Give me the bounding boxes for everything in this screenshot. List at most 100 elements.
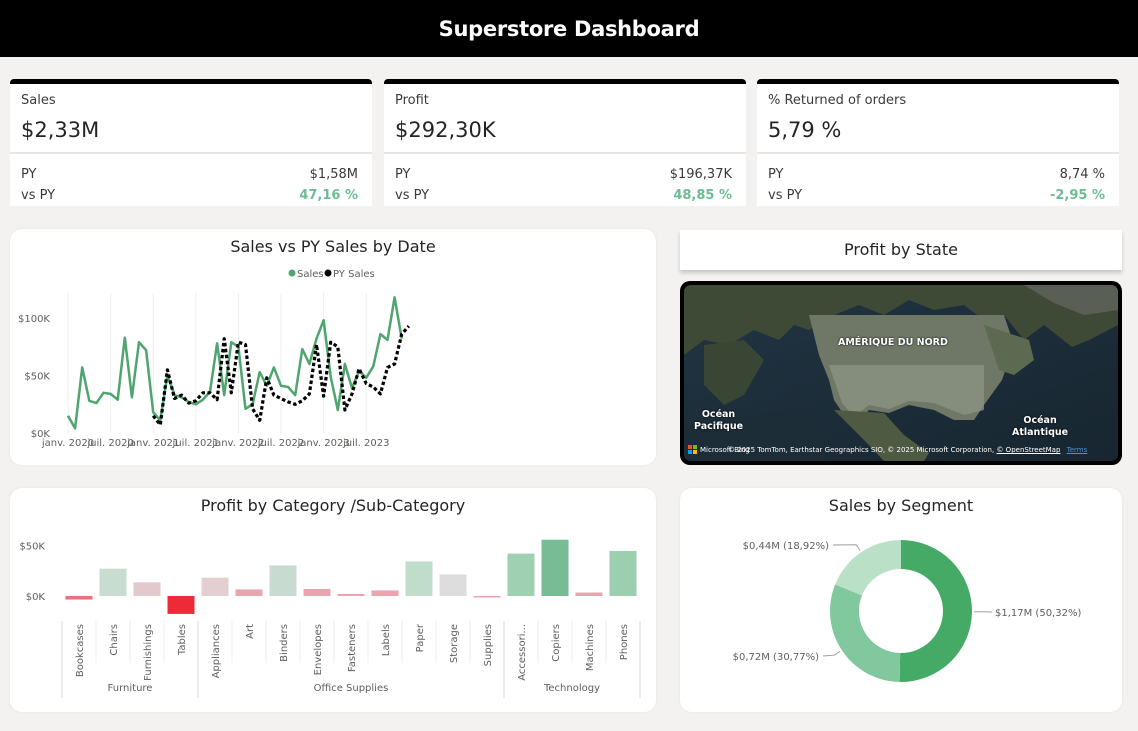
bar[interactable] xyxy=(473,596,501,598)
kpi-divider xyxy=(757,152,1119,154)
bar[interactable] xyxy=(507,553,535,596)
terms-link[interactable]: Terms xyxy=(1067,446,1088,454)
map-attribution-text: © 2025 TomTom, Earthstar Geographics SIO… xyxy=(728,446,995,454)
map-frame[interactable]: AMÉRIQUE DU NORD Océan Pacifique Océan A… xyxy=(680,281,1122,465)
kpi-py-label: PY xyxy=(21,167,37,182)
kpi-label: Profit xyxy=(395,93,429,108)
bar[interactable] xyxy=(65,596,93,600)
line-chart[interactable]: Sales PY Sales$0K$50K$100Kjanv. 2020juil.… xyxy=(10,229,656,465)
kpi-vs-value: 48,85 % xyxy=(673,188,732,203)
dashboard-header: Superstore Dashboard xyxy=(0,0,1138,57)
bar[interactable] xyxy=(167,596,195,614)
map-label-pacific: Océan Pacifique xyxy=(694,409,744,432)
x-tick-label: janv. 2022 xyxy=(211,438,264,449)
x-tick-label: janv. 2020 xyxy=(41,438,94,449)
bar[interactable] xyxy=(303,589,331,596)
x-tick-label: Fasteners xyxy=(347,624,358,672)
x-tick-label: Tables xyxy=(177,624,188,656)
donut-slice[interactable] xyxy=(830,584,901,682)
x-tick-label: juil. 2023 xyxy=(342,438,389,449)
osm-link[interactable]: © OpenStreetMap xyxy=(996,446,1060,454)
x-tick-label: Art xyxy=(245,624,256,639)
donut-chart[interactable]: $1,17M (50,32%) $0,72M (30,77%) $0,44M (18… xyxy=(680,488,1122,712)
bar[interactable] xyxy=(201,577,229,596)
bar[interactable] xyxy=(99,568,127,596)
x-tick-label: Machines xyxy=(585,624,596,671)
x-tick-label: janv. 2021 xyxy=(126,438,179,449)
kpi-py-value: 8,74 % xyxy=(1059,167,1105,182)
bar[interactable] xyxy=(133,582,161,596)
kpi-py-value: $196,37K xyxy=(669,167,732,182)
x-tick-label: Storage xyxy=(449,624,460,663)
kpi-vs-label: vs PY xyxy=(21,188,56,203)
y-tick-label: $100K xyxy=(18,314,50,325)
kpi-vs-value: -2,95 % xyxy=(1049,188,1105,203)
map-label-continent: AMÉRIQUE DU NORD xyxy=(838,337,948,348)
group-label: Furniture xyxy=(108,683,153,694)
donut-chart-card[interactable]: Sales by Segment $1,17M (50,32%) $0,72M (… xyxy=(680,488,1122,712)
bar-chart-card[interactable]: Profit by Category /Sub-Category $50K $0K… xyxy=(10,488,656,712)
x-tick-label: Copiers xyxy=(551,624,562,662)
legend-label: Sales xyxy=(297,269,324,280)
map-title-bar: Profit by State xyxy=(680,230,1122,270)
kpi-vs-row: vs PY -2,95 % xyxy=(768,188,1105,203)
kpi-py-value: $1,58M xyxy=(309,167,358,182)
legend-label: PY Sales xyxy=(333,269,375,280)
kpi-vs-row: vs PY 48,85 % xyxy=(395,188,732,203)
dashboard-title: Superstore Dashboard xyxy=(438,16,700,41)
profit-map[interactable]: AMÉRIQUE DU NORD Océan Pacifique Océan A… xyxy=(684,285,1118,461)
bar-chart[interactable]: $50K $0K Bookcases Chairs Furnishings Tables A… xyxy=(10,488,656,712)
y-tick-label: $50K xyxy=(19,541,45,552)
line-chart-card[interactable]: Sales vs PY Sales by Date Sales PY Sales $… xyxy=(10,229,656,465)
map-label-atlantic: Océan Atlantique xyxy=(1012,415,1069,438)
kpi-label: % Returned of orders xyxy=(768,93,907,108)
y-tick-label: $0K xyxy=(26,592,46,603)
kpi-divider xyxy=(384,152,746,154)
kpi-card-profit[interactable]: Profit $292,30K PY $196,37K vs PY 48,85 % xyxy=(384,79,746,206)
slice-data-label: $1,17M (50,32%) xyxy=(995,608,1081,619)
bar[interactable] xyxy=(575,592,603,596)
kpi-divider xyxy=(10,152,372,154)
kpi-value: 5,79 % xyxy=(768,118,842,142)
bar[interactable] xyxy=(609,550,637,596)
map-attribution: © 2025 TomTom, Earthstar Geographics SIO… xyxy=(728,446,1087,454)
donut-slice[interactable] xyxy=(835,540,901,596)
x-tick-label: Chairs xyxy=(109,624,120,656)
bar[interactable] xyxy=(371,590,399,596)
microsoft-logo-icon xyxy=(688,445,697,454)
bar[interactable] xyxy=(337,593,365,596)
bar[interactable] xyxy=(235,589,263,596)
x-tick-label: Supplies xyxy=(483,624,494,666)
kpi-value: $2,33M xyxy=(21,118,100,142)
kpi-vs-label: vs PY xyxy=(395,188,430,203)
kpi-card-sales[interactable]: Sales $2,33M PY $1,58M vs PY 47,16 % xyxy=(10,79,372,206)
x-tick-label: Envelopes xyxy=(313,624,324,675)
x-tick-label: Paper xyxy=(415,623,426,652)
slice-data-label: $0,72M (30,77%) xyxy=(733,652,819,663)
leader-line xyxy=(822,650,841,657)
group-label: Technology xyxy=(543,683,600,694)
group-label: Office Supplies xyxy=(314,683,389,694)
bar[interactable] xyxy=(405,561,433,596)
x-tick-label: Accessori... xyxy=(517,624,528,681)
donut-slice[interactable] xyxy=(899,540,973,682)
x-tick-label: Bookcases xyxy=(75,624,86,677)
kpi-vs-label: vs PY xyxy=(768,188,803,203)
kpi-py-row: PY $196,37K xyxy=(395,167,732,182)
x-tick-label: Binders xyxy=(279,624,290,662)
bar[interactable] xyxy=(269,565,297,596)
line-legend[interactable]: Sales PY Sales xyxy=(288,269,375,280)
leader-line xyxy=(832,544,861,551)
x-tick-label: Labels xyxy=(381,624,392,656)
kpi-card-returns[interactable]: % Returned of orders 5,79 % PY 8,74 % vs … xyxy=(757,79,1119,206)
bar[interactable] xyxy=(541,539,569,596)
slice-data-label: $0,44M (18,92%) xyxy=(743,541,829,552)
bar[interactable] xyxy=(439,574,467,596)
kpi-value: $292,30K xyxy=(395,118,496,142)
legend-marker xyxy=(288,269,296,277)
x-tick-label: Phones xyxy=(619,624,630,660)
x-tick-label: Furnishings xyxy=(143,624,154,681)
x-tick-label: Appliances xyxy=(211,624,222,678)
kpi-py-label: PY xyxy=(395,167,411,182)
kpi-py-row: PY $1,58M xyxy=(21,167,358,182)
